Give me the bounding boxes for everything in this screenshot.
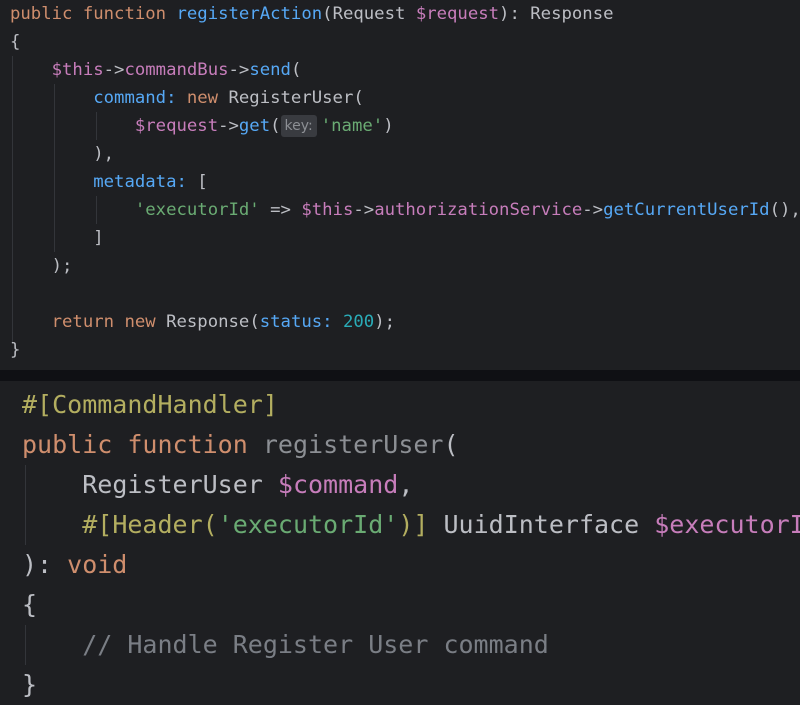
punctuation: (), xyxy=(769,200,800,220)
code-line-8: } xyxy=(22,670,38,699)
keyword-public: public xyxy=(10,4,73,24)
property-name: authorizationService xyxy=(374,200,583,220)
punctuation: ( xyxy=(443,430,459,459)
arrow-operator: -> xyxy=(582,200,604,220)
type-name: Request xyxy=(332,4,406,24)
keyword-function: function xyxy=(82,4,167,24)
punctuation: ( xyxy=(353,88,364,108)
keyword-function: function xyxy=(127,430,248,459)
method-name: get xyxy=(238,116,271,136)
function-name: registerAction xyxy=(176,4,323,24)
code-line-7: // Handle Register User command xyxy=(22,625,549,665)
string-literal: 'name' xyxy=(320,116,384,136)
code-line-10: ); xyxy=(10,252,73,280)
arrow-operator: -> xyxy=(218,116,239,136)
attribute: )] xyxy=(398,510,429,539)
type-name: UuidInterface xyxy=(443,510,640,539)
method-name: send xyxy=(249,60,291,80)
keyword-public: public xyxy=(22,430,113,459)
keyword-return: return xyxy=(51,312,115,332)
keyword-new: new xyxy=(186,88,219,108)
variable: $request xyxy=(134,116,219,136)
code-line-2: public function registerUser( xyxy=(22,425,459,465)
code-line-13: } xyxy=(10,340,21,360)
punctuation: ( xyxy=(249,312,260,332)
arrow-operator: -> xyxy=(228,60,250,80)
punctuation: ); xyxy=(51,256,73,276)
named-argument: metadata: xyxy=(93,172,187,192)
number-literal: 200 xyxy=(342,312,375,332)
code-line-8: 'executorId' => $this->authorizationServ… xyxy=(10,196,800,224)
arrow-operator: -> xyxy=(353,200,375,220)
code-line-3: RegisterUser $command, xyxy=(22,465,413,505)
attribute: #[Header( xyxy=(82,510,218,539)
named-argument: status: xyxy=(259,312,333,332)
punctuation: ( xyxy=(322,4,333,24)
named-argument: command: xyxy=(93,88,177,108)
double-arrow-operator: => xyxy=(259,200,302,220)
code-line-3: $this->commandBus->send( xyxy=(10,56,302,84)
type-name: RegisterUser xyxy=(82,470,263,499)
code-snippet-top: public function registerAction(Request $… xyxy=(0,0,800,370)
this-variable: $this xyxy=(51,60,104,80)
variable: $command xyxy=(277,470,399,499)
parameter-hint: key: xyxy=(280,115,317,137)
punctuation: , xyxy=(398,470,414,499)
class-name: RegisterUser xyxy=(228,88,354,108)
property-name: commandBus xyxy=(124,60,229,80)
code-line-5: ): void xyxy=(22,545,127,585)
code-line-12: return new Response(status: 200); xyxy=(10,308,395,336)
return-type: Response xyxy=(530,4,614,24)
code-line-6: { xyxy=(22,590,38,619)
code-line-7: metadata: [ xyxy=(10,168,208,196)
code-line-1: public function registerAction(Request $… xyxy=(10,0,614,28)
punctuation: ): xyxy=(499,4,531,24)
punctuation: ) xyxy=(383,116,394,136)
code-line-2: { xyxy=(10,32,21,52)
punctuation: ); xyxy=(374,312,396,332)
punctuation: ): xyxy=(22,550,68,579)
keyword-new: new xyxy=(124,312,156,332)
code-line-4: command: new RegisterUser( xyxy=(10,84,364,112)
punctuation: ), xyxy=(93,144,115,164)
arrow-operator: -> xyxy=(103,60,125,80)
code-snippet-bottom: #[CommandHandler] public function regist… xyxy=(0,381,800,705)
this-variable: $this xyxy=(301,200,354,220)
method-name: getCurrentUserId xyxy=(603,200,770,220)
code-line-6: ), xyxy=(10,140,114,168)
variable: $request xyxy=(415,4,500,24)
function-name: registerUser xyxy=(262,430,444,459)
string-literal: 'executorId' xyxy=(217,510,399,539)
string-literal: 'executorId' xyxy=(134,200,260,220)
punctuation: ( xyxy=(270,116,281,136)
variable: $executorId xyxy=(654,510,800,539)
punctuation: ] xyxy=(93,228,104,248)
attribute: #[CommandHandler] xyxy=(22,390,278,419)
code-line-9: ] xyxy=(10,224,104,252)
code-line-5: $request->get(key:'name') xyxy=(10,112,394,140)
punctuation: [ xyxy=(197,172,208,192)
code-line-1: #[CommandHandler] xyxy=(22,385,278,425)
punctuation: ( xyxy=(290,60,302,80)
code-line-4: #[Header('executorId')] UuidInterface $e… xyxy=(22,505,800,545)
comment: // Handle Register User command xyxy=(82,630,549,659)
class-name: Response xyxy=(166,312,250,332)
keyword-void: void xyxy=(67,550,128,579)
